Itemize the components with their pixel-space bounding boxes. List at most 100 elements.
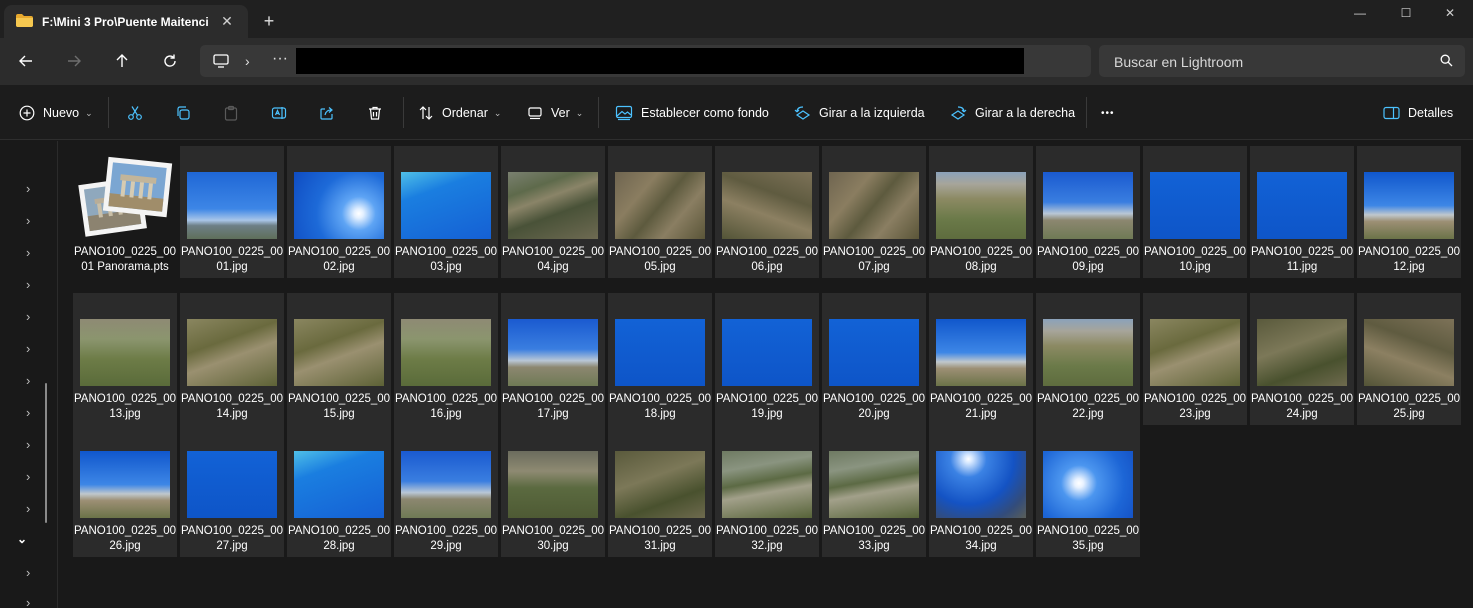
expand-chevron-icon[interactable]: › bbox=[26, 342, 38, 356]
file-item[interactable]: PANO100_0225_0016.jpg bbox=[394, 293, 498, 425]
file-item[interactable]: PANO100_0225_0012.jpg bbox=[1357, 146, 1461, 278]
rotate-left-button[interactable]: Girar a la izquierda bbox=[794, 101, 925, 125]
rotate-right-button[interactable]: Girar a la derecha bbox=[950, 101, 1075, 125]
file-item[interactable]: PANO100_0225_0001 Panorama.pts bbox=[73, 146, 177, 278]
file-item[interactable]: PANO100_0225_0015.jpg bbox=[287, 293, 391, 425]
expand-chevron-icon[interactable]: › bbox=[26, 310, 38, 324]
file-name: PANO100_0225_0025.jpg bbox=[1357, 393, 1461, 420]
expand-chevron-icon[interactable]: › bbox=[26, 214, 38, 228]
file-item[interactable]: PANO100_0225_0005.jpg bbox=[608, 146, 712, 278]
file-name: PANO100_0225_0006.jpg bbox=[715, 246, 819, 273]
expand-chevron-icon[interactable]: › bbox=[26, 438, 38, 452]
file-item[interactable]: PANO100_0225_0033.jpg bbox=[822, 425, 926, 557]
image-thumbnail bbox=[294, 451, 384, 518]
file-item[interactable]: PANO100_0225_0003.jpg bbox=[394, 146, 498, 278]
expand-chevron-icon[interactable]: › bbox=[26, 502, 38, 516]
close-window-button[interactable]: ✕ bbox=[1427, 0, 1473, 26]
image-thumbnail bbox=[1043, 319, 1133, 386]
expand-chevron-icon[interactable]: › bbox=[26, 278, 38, 292]
expand-chevron-icon[interactable]: › bbox=[26, 470, 38, 484]
rotate-left-label: Girar a la izquierda bbox=[819, 106, 925, 120]
file-item[interactable]: PANO100_0225_0011.jpg bbox=[1250, 146, 1354, 278]
details-button[interactable]: Detalles bbox=[1383, 101, 1453, 125]
cut-button[interactable] bbox=[127, 101, 151, 125]
file-item[interactable]: PANO100_0225_0032.jpg bbox=[715, 425, 819, 557]
chevron-down-icon: ⌄ bbox=[493, 107, 502, 118]
expand-chevron-icon[interactable]: › bbox=[26, 374, 38, 388]
file-item[interactable]: PANO100_0225_0013.jpg bbox=[73, 293, 177, 425]
image-thumbnail bbox=[508, 319, 598, 386]
breadcrumb-more-button[interactable]: ··· bbox=[272, 50, 288, 68]
file-item[interactable]: PANO100_0225_0020.jpg bbox=[822, 293, 926, 425]
file-item[interactable]: PANO100_0225_0018.jpg bbox=[608, 293, 712, 425]
file-item[interactable]: PANO100_0225_0010.jpg bbox=[1143, 146, 1247, 278]
address-bar[interactable]: › ··· bbox=[200, 45, 1091, 77]
expand-chevron-icon[interactable]: › bbox=[26, 566, 38, 580]
expand-chevron-icon[interactable]: › bbox=[26, 406, 38, 420]
file-item[interactable]: PANO100_0225_0023.jpg bbox=[1143, 293, 1247, 425]
tab-close-icon[interactable]: ✕ bbox=[218, 12, 236, 30]
file-name: PANO100_0225_0026.jpg bbox=[73, 525, 177, 552]
set-background-button[interactable]: Establecer como fondo bbox=[615, 101, 769, 125]
more-options-button[interactable]: ••• bbox=[1101, 101, 1115, 125]
paste-button[interactable] bbox=[223, 101, 247, 125]
file-item[interactable]: PANO100_0225_0028.jpg bbox=[287, 425, 391, 557]
sidebar-scrollbar[interactable] bbox=[45, 383, 47, 523]
tab-current-folder[interactable]: F:\Mini 3 Pro\Puente Maitencillo ✕ bbox=[4, 5, 248, 38]
copy-button[interactable] bbox=[175, 101, 199, 125]
search-box[interactable]: Buscar en Lightroom bbox=[1099, 45, 1465, 77]
new-button[interactable]: Nuevo ⌄ bbox=[19, 101, 93, 125]
file-item[interactable]: PANO100_0225_0024.jpg bbox=[1250, 293, 1354, 425]
back-button[interactable] bbox=[11, 48, 41, 74]
expand-chevron-icon[interactable]: › bbox=[26, 182, 38, 196]
file-item[interactable]: PANO100_0225_0009.jpg bbox=[1036, 146, 1140, 278]
view-button[interactable]: Ver ⌄ bbox=[527, 101, 583, 125]
file-item[interactable]: PANO100_0225_0025.jpg bbox=[1357, 293, 1461, 425]
up-button[interactable] bbox=[107, 48, 137, 74]
sort-icon bbox=[419, 106, 433, 120]
minimize-button[interactable]: — bbox=[1337, 0, 1383, 26]
search-input[interactable]: Buscar en Lightroom bbox=[1114, 54, 1243, 70]
title-bar: F:\Mini 3 Pro\Puente Maitencillo ✕ + — ☐… bbox=[0, 0, 1473, 38]
file-item[interactable]: PANO100_0225_0006.jpg bbox=[715, 146, 819, 278]
file-item[interactable]: PANO100_0225_0014.jpg bbox=[180, 293, 284, 425]
rename-button[interactable] bbox=[271, 101, 295, 125]
collapse-chevron-icon[interactable]: ⌄ bbox=[17, 532, 27, 546]
file-item[interactable]: PANO100_0225_0001.jpg bbox=[180, 146, 284, 278]
refresh-button[interactable] bbox=[155, 48, 185, 74]
expand-chevron-icon[interactable]: › bbox=[26, 596, 38, 608]
chevron-down-icon: ⌄ bbox=[575, 107, 584, 118]
file-item[interactable]: PANO100_0225_0017.jpg bbox=[501, 293, 605, 425]
forward-button[interactable] bbox=[59, 48, 89, 74]
folder-icon bbox=[16, 14, 33, 27]
file-item[interactable]: PANO100_0225_0007.jpg bbox=[822, 146, 926, 278]
delete-button[interactable] bbox=[367, 101, 391, 125]
file-item[interactable]: PANO100_0225_0008.jpg bbox=[929, 146, 1033, 278]
new-tab-button[interactable]: + bbox=[258, 10, 280, 32]
image-thumbnail bbox=[80, 319, 170, 386]
file-item[interactable]: PANO100_0225_0027.jpg bbox=[180, 425, 284, 557]
view-label: Ver bbox=[551, 106, 570, 120]
maximize-button[interactable]: ☐ bbox=[1383, 0, 1429, 26]
file-item[interactable]: PANO100_0225_0019.jpg bbox=[715, 293, 819, 425]
share-button[interactable] bbox=[319, 101, 343, 125]
file-item[interactable]: PANO100_0225_0034.jpg bbox=[929, 425, 1033, 557]
file-item[interactable]: PANO100_0225_0029.jpg bbox=[394, 425, 498, 557]
file-item[interactable]: PANO100_0225_0002.jpg bbox=[287, 146, 391, 278]
expand-chevron-icon[interactable]: › bbox=[26, 246, 38, 260]
breadcrumb-path[interactable] bbox=[296, 48, 1024, 74]
breadcrumb-chevron-icon[interactable]: › bbox=[245, 53, 250, 69]
navigation-pane: › › › › › › › › › › › ⌄ › › bbox=[0, 141, 58, 608]
file-item[interactable]: PANO100_0225_0022.jpg bbox=[1036, 293, 1140, 425]
sort-button[interactable]: Ordenar ⌄ bbox=[418, 101, 501, 125]
file-item[interactable]: PANO100_0225_0031.jpg bbox=[608, 425, 712, 557]
rotate-right-icon bbox=[950, 106, 967, 120]
file-item[interactable]: PANO100_0225_0026.jpg bbox=[73, 425, 177, 557]
file-item[interactable]: PANO100_0225_0035.jpg bbox=[1036, 425, 1140, 557]
file-item[interactable]: PANO100_0225_0004.jpg bbox=[501, 146, 605, 278]
file-item[interactable]: PANO100_0225_0030.jpg bbox=[501, 425, 605, 557]
copy-icon bbox=[177, 106, 190, 120]
file-item[interactable]: PANO100_0225_0021.jpg bbox=[929, 293, 1033, 425]
image-thumbnail bbox=[401, 319, 491, 386]
divider bbox=[403, 97, 404, 128]
